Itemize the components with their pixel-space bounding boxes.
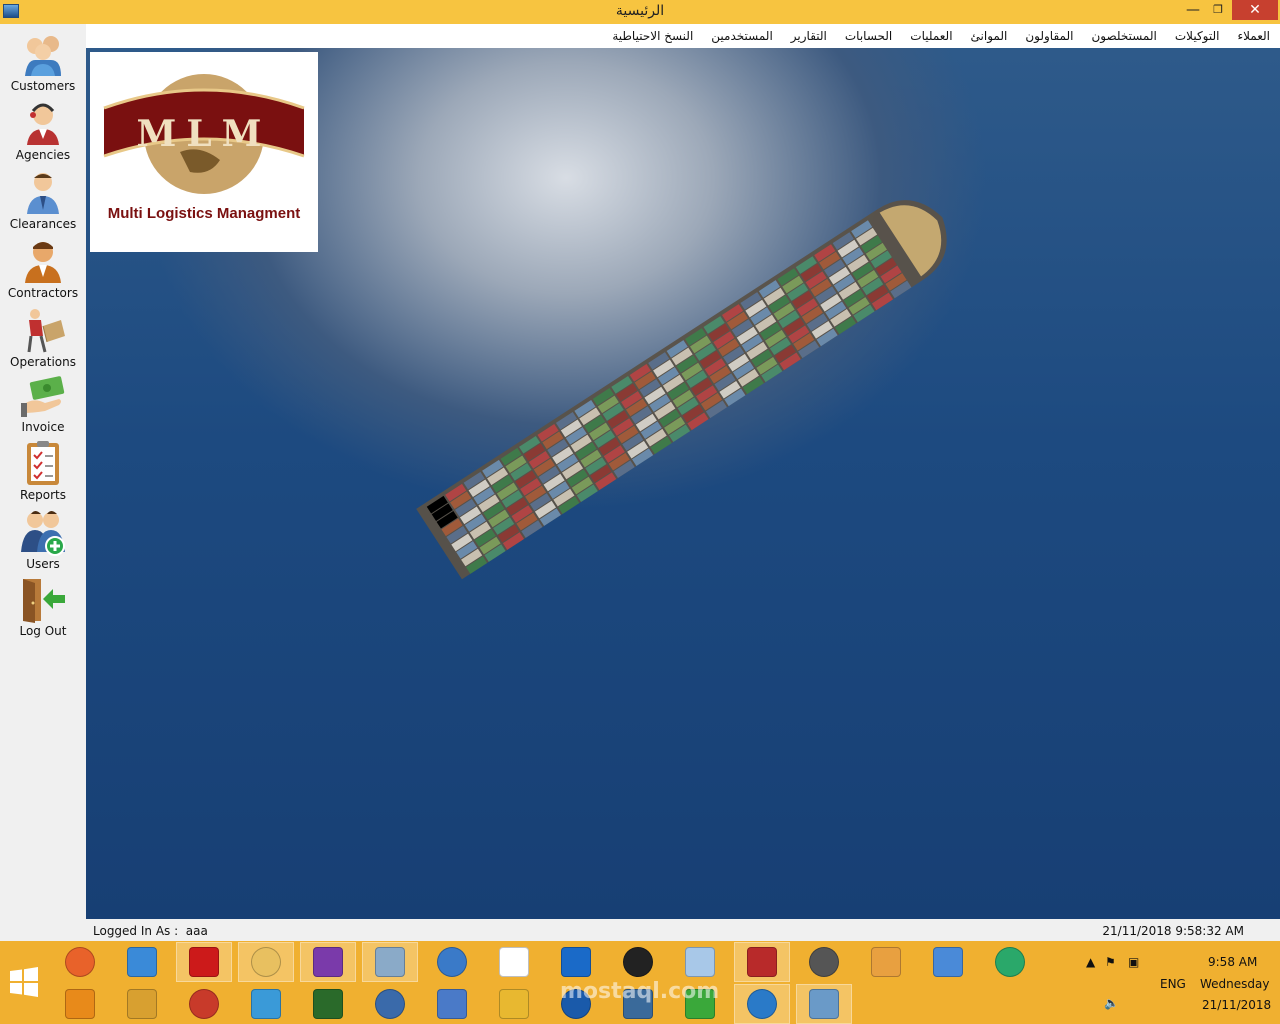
mlm-logo-emblem: MLM	[103, 74, 305, 194]
language-indicator[interactable]: ENG	[1160, 977, 1186, 991]
media-icon[interactable]	[238, 984, 294, 1024]
menu-clearances[interactable]: المستخلصون	[1091, 29, 1156, 43]
sidebar-item-invoice[interactable]: Invoice	[0, 375, 86, 434]
monitor-icon[interactable]	[362, 942, 418, 982]
menu-agencies[interactable]: التوكيلات	[1175, 29, 1220, 43]
tools-icon[interactable]	[114, 984, 170, 1024]
sidebar-item-reports[interactable]: Reports	[0, 439, 86, 502]
status-logged-in: Logged In As : aaa	[93, 924, 208, 938]
file-explorer-icon[interactable]	[238, 942, 294, 982]
flag-icon[interactable]: ⚑	[1105, 955, 1116, 969]
colorful-icon[interactable]	[920, 942, 976, 982]
contractor-person-icon	[25, 242, 61, 283]
toolbox-icon[interactable]	[176, 984, 232, 1024]
main-window: الرئيسية — ❐ ✕ العملاء التوكيلات المستخل…	[0, 0, 1280, 941]
agent-headset-icon	[27, 103, 59, 145]
sidebar-item-contractors[interactable]: Contractors	[0, 237, 86, 300]
remote-icon[interactable]	[734, 984, 790, 1024]
sidebar-label-reports: Reports	[19, 488, 67, 502]
python2-icon[interactable]	[424, 984, 480, 1024]
menu-reports[interactable]: التقارير	[791, 29, 827, 43]
blank-file-icon[interactable]	[486, 942, 542, 982]
logo-brand-text: Multi Logistics Managment	[107, 205, 301, 222]
menu-ports[interactable]: الموانئ	[971, 29, 1008, 43]
company-logo: MLM Multi Logistics Managment	[90, 52, 318, 252]
network-tray-icon[interactable]: ▣	[1128, 955, 1139, 969]
title-bar[interactable]: الرئيسية — ❐ ✕	[0, 0, 1280, 24]
menu-contractors[interactable]: المقاولون	[1025, 29, 1073, 43]
sublime-icon[interactable]	[52, 984, 108, 1024]
tray-day[interactable]: Wednesday	[1200, 977, 1269, 991]
notepad-icon[interactable]	[672, 942, 728, 982]
ship-app-icon[interactable]	[796, 984, 852, 1024]
status-user: aaa	[185, 924, 208, 938]
database-icon[interactable]	[796, 942, 852, 982]
powershell-icon[interactable]	[486, 984, 542, 1024]
opera-icon[interactable]	[176, 942, 232, 982]
taskbar: mostaql.com ▲ ⚑ ▣ ENG 🔈 9:58 AM Wednesda…	[0, 941, 1280, 1024]
sidebar-item-logout[interactable]: Log Out	[0, 577, 86, 638]
sidebar-item-users[interactable]: Users	[0, 508, 86, 571]
tray-time[interactable]: 9:58 AM	[1208, 955, 1257, 969]
sidebar-item-agencies[interactable]: Agencies	[0, 99, 86, 162]
cmd-icon[interactable]	[610, 942, 666, 982]
network-icon[interactable]	[424, 942, 480, 982]
sidebar: Customers Agencies Clearances Contractor…	[0, 24, 86, 919]
sidebar-label-operations: Operations	[10, 355, 76, 369]
sidebar-item-clearances[interactable]: Clearances	[0, 168, 86, 231]
exit-door-icon	[23, 579, 65, 623]
money-hand-icon	[21, 376, 65, 417]
restore-button[interactable]: ❐	[1205, 0, 1231, 20]
customers-icon	[25, 36, 61, 76]
watermark: mostaql.com	[560, 979, 720, 1004]
window-title: الرئيسية	[615, 3, 665, 19]
sidebar-label-users: Users	[26, 557, 60, 571]
sidebar-item-operations[interactable]: Operations	[0, 306, 86, 369]
sidebar-label-invoice: Invoice	[21, 420, 65, 434]
python-icon[interactable]	[362, 984, 418, 1024]
clearance-person-icon	[27, 173, 59, 214]
sidebar-label-contractors: Contractors	[7, 286, 79, 300]
atom-icon[interactable]	[982, 942, 1038, 982]
status-logged-in-label: Logged In As :	[93, 924, 179, 938]
chrome-icon[interactable]	[114, 942, 170, 982]
windows-start-icon[interactable]	[8, 966, 40, 998]
sidebar-item-customers[interactable]: Customers	[0, 30, 86, 93]
access-icon[interactable]	[734, 942, 790, 982]
menu-operations[interactable]: العمليات	[910, 29, 952, 43]
system-tray: ▲ ⚑ ▣ ENG 🔈 9:58 AM Wednesday 21/11/2018	[1080, 941, 1280, 1024]
globe-icon[interactable]	[300, 984, 356, 1024]
tray-up-arrow-icon[interactable]: ▲	[1086, 955, 1095, 969]
volume-icon[interactable]: 🔈	[1104, 996, 1119, 1010]
visual-studio-icon[interactable]	[300, 942, 356, 982]
status-datetime: 21/11/2018 9:58:32 AM	[1102, 924, 1244, 938]
menu-users[interactable]: المستخدمين	[711, 29, 772, 43]
status-bar: Logged In As : aaa 21/11/2018 9:58:32 AM	[86, 919, 1280, 941]
sidebar-label-clearances: Clearances	[9, 217, 77, 231]
minimize-button[interactable]: —	[1180, 0, 1206, 20]
menu-accounts[interactable]: الحسابات	[845, 29, 892, 43]
firefox-icon[interactable]	[52, 942, 108, 982]
add-users-icon	[21, 511, 65, 556]
clipboard-icon	[27, 441, 59, 485]
delivery-box-icon	[27, 309, 65, 353]
logo-initials: MLM	[136, 113, 271, 155]
menu-bar: العملاء التوكيلات المستخلصون المقاولون ا…	[86, 24, 1280, 48]
sidebar-label-logout: Log Out	[19, 624, 67, 638]
defender-icon[interactable]	[548, 942, 604, 982]
sidebar-label-agencies: Agencies	[15, 148, 71, 162]
menu-backups[interactable]: النسخ الاحتياطية	[612, 29, 693, 43]
sidebar-label-customers: Customers	[10, 79, 76, 93]
menu-customers[interactable]: العملاء	[1237, 29, 1270, 43]
main-background: MLM Multi Logistics Managment	[86, 48, 1280, 919]
paint-icon[interactable]	[858, 942, 914, 982]
close-button[interactable]: ✕	[1232, 0, 1278, 20]
tray-date[interactable]: 21/11/2018	[1202, 998, 1271, 1012]
